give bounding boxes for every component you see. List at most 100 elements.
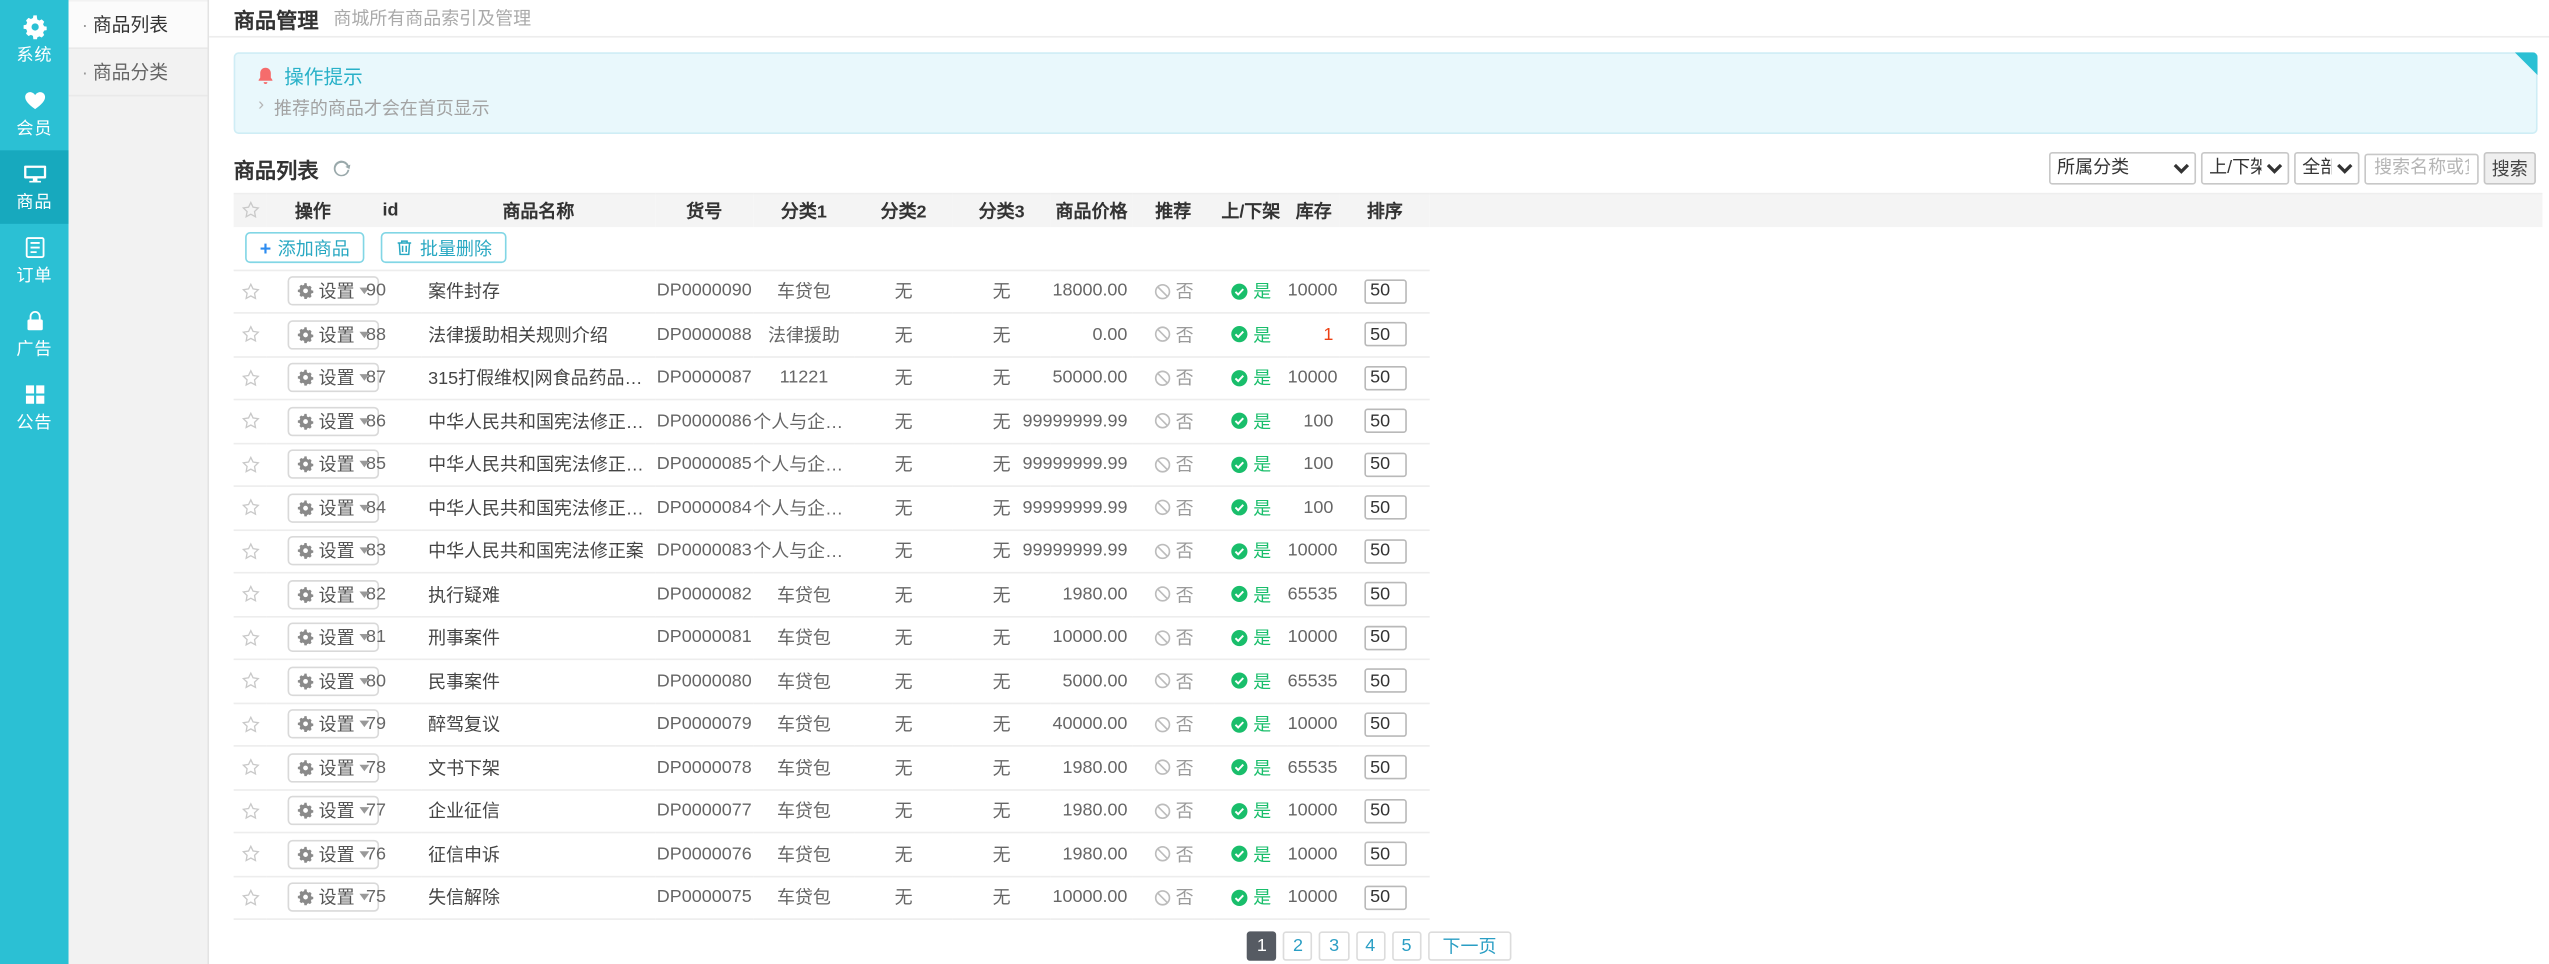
settings-label: 设置: [319, 668, 355, 694]
sort-input[interactable]: [1364, 755, 1406, 780]
submenu-item-1[interactable]: ·商品列表: [69, 2, 208, 49]
favorite-star-icon[interactable]: [239, 411, 260, 432]
batch-delete-button[interactable]: 批量删除: [381, 232, 507, 263]
list-toolbar: 商品列表 所属分类 上/下架 全部 搜索: [209, 144, 2549, 193]
check-circle-icon: [1230, 888, 1248, 906]
sort-input[interactable]: [1364, 712, 1406, 737]
category-filter-select[interactable]: 所属分类: [2049, 152, 2196, 185]
recommend-flag: 否: [1132, 746, 1214, 789]
product-name: 中华人民共和国宪法修正案: [422, 529, 656, 572]
col-price: 商品价格: [1051, 194, 1133, 227]
favorite-star-icon[interactable]: [239, 324, 260, 345]
shelf-flag: 是: [1214, 573, 1288, 616]
rail-item-5[interactable]: 广告: [0, 297, 69, 371]
refresh-button[interactable]: [330, 156, 355, 181]
favorite-star-icon[interactable]: [239, 757, 260, 778]
select-all-star-icon[interactable]: [239, 200, 260, 221]
sort-input[interactable]: [1364, 279, 1406, 304]
sort-input[interactable]: [1364, 625, 1406, 650]
ban-icon: [1153, 672, 1171, 690]
favorite-star-icon[interactable]: [239, 281, 260, 302]
product-category1: 车贷包: [753, 616, 854, 659]
sort-input[interactable]: [1364, 799, 1406, 824]
product-category2: 无: [855, 876, 953, 919]
sort-input[interactable]: [1364, 452, 1406, 477]
sort-input[interactable]: [1364, 582, 1406, 607]
sort-input[interactable]: [1364, 885, 1406, 910]
sort-input[interactable]: [1364, 496, 1406, 521]
check-circle-icon: [1230, 368, 1248, 386]
product-name: 企业征信: [422, 789, 656, 832]
favorite-star-icon[interactable]: [239, 584, 260, 605]
favorite-star-icon[interactable]: [239, 887, 260, 908]
product-name: 失信解除: [422, 876, 656, 919]
favorite-star-icon[interactable]: [239, 540, 260, 561]
collapse-corner[interactable]: [2515, 52, 2538, 75]
ban-icon: [1153, 368, 1171, 386]
shelf-flag: 是: [1214, 443, 1288, 486]
filter-bar: 所属分类 上/下架 全部 搜索: [2049, 152, 2542, 185]
sort-input[interactable]: [1364, 322, 1406, 347]
rail-item-1[interactable]: 系统: [0, 3, 69, 77]
gear-icon: [297, 456, 313, 472]
add-product-button[interactable]: + 添加商品: [245, 232, 364, 263]
favorite-star-icon[interactable]: [239, 844, 260, 865]
settings-label: 设置: [319, 625, 355, 651]
page-button-3[interactable]: 3: [1319, 931, 1349, 960]
product-sku: DP0000075: [655, 876, 753, 919]
product-price: 1980.00: [1051, 833, 1133, 876]
search-input[interactable]: [2364, 153, 2478, 184]
favorite-star-icon[interactable]: [239, 497, 260, 518]
scope-filter-select[interactable]: 全部: [2294, 152, 2359, 185]
favorite-star-icon[interactable]: [239, 627, 260, 648]
shelf-filter-select[interactable]: 上/下架: [2201, 152, 2289, 185]
favorite-star-icon[interactable]: [239, 800, 260, 821]
col-category2: 分类2: [855, 194, 953, 227]
product-price: 1980.00: [1051, 789, 1133, 832]
sort-input[interactable]: [1364, 842, 1406, 867]
submenu-item-2[interactable]: ·商品分类: [69, 49, 208, 96]
rail-item-label: 广告: [0, 337, 69, 362]
table-row: 设置 79 醉驾复议 DP0000079 车贷包 无 无 40000.00 否 …: [234, 703, 2543, 746]
favorite-star-icon[interactable]: [239, 367, 260, 388]
check-circle-icon: [1230, 412, 1248, 430]
rail-item-4[interactable]: 订单: [0, 224, 69, 298]
product-name: 中华人民共和国宪法修正案四: [422, 400, 656, 443]
product-category1: 车贷包: [753, 703, 854, 746]
page-button-4[interactable]: 4: [1355, 931, 1385, 960]
tips-panel: 操作提示 › 推荐的商品才会在首页显示: [234, 52, 2538, 134]
product-price: 99999999.99: [1051, 400, 1133, 443]
shelf-flag: 是: [1214, 529, 1288, 572]
sort-input[interactable]: [1364, 539, 1406, 564]
rail-item-6[interactable]: 公告: [0, 371, 69, 445]
product-category1: 11221: [753, 356, 854, 399]
check-circle-icon: [1230, 585, 1248, 603]
favorite-star-icon[interactable]: [239, 714, 260, 735]
sort-input[interactable]: [1364, 409, 1406, 434]
rail-item-3[interactable]: 商品: [0, 150, 69, 224]
product-price: 10000.00: [1051, 616, 1133, 659]
page-button-1[interactable]: 1: [1247, 931, 1277, 960]
product-name: 315打假维权|网食品药品安全打假维...: [422, 356, 656, 399]
product-sku: DP0000084: [655, 486, 753, 529]
sort-input[interactable]: [1364, 669, 1406, 694]
product-price: 1980.00: [1051, 573, 1133, 616]
product-category3: 无: [953, 789, 1051, 832]
search-button[interactable]: 搜索: [2484, 152, 2536, 185]
rail-item-2[interactable]: 会员: [0, 77, 69, 151]
page-button-2[interactable]: 2: [1283, 931, 1313, 960]
shelf-flag: 是: [1214, 746, 1288, 789]
page-button-5[interactable]: 5: [1392, 931, 1422, 960]
shelf-flag: 是: [1214, 703, 1288, 746]
plus-icon: +: [260, 238, 271, 258]
recommend-flag: 否: [1132, 270, 1214, 313]
member-icon: [22, 88, 47, 113]
next-page-button[interactable]: 下一页: [1428, 931, 1511, 960]
product-name: 征信申诉: [422, 833, 656, 876]
sort-input[interactable]: [1364, 366, 1406, 391]
favorite-star-icon[interactable]: [239, 454, 260, 475]
shelf-flag: 是: [1214, 876, 1288, 919]
product-sku: DP0000077: [655, 789, 753, 832]
product-price: 50000.00: [1051, 356, 1133, 399]
favorite-star-icon[interactable]: [239, 670, 260, 691]
